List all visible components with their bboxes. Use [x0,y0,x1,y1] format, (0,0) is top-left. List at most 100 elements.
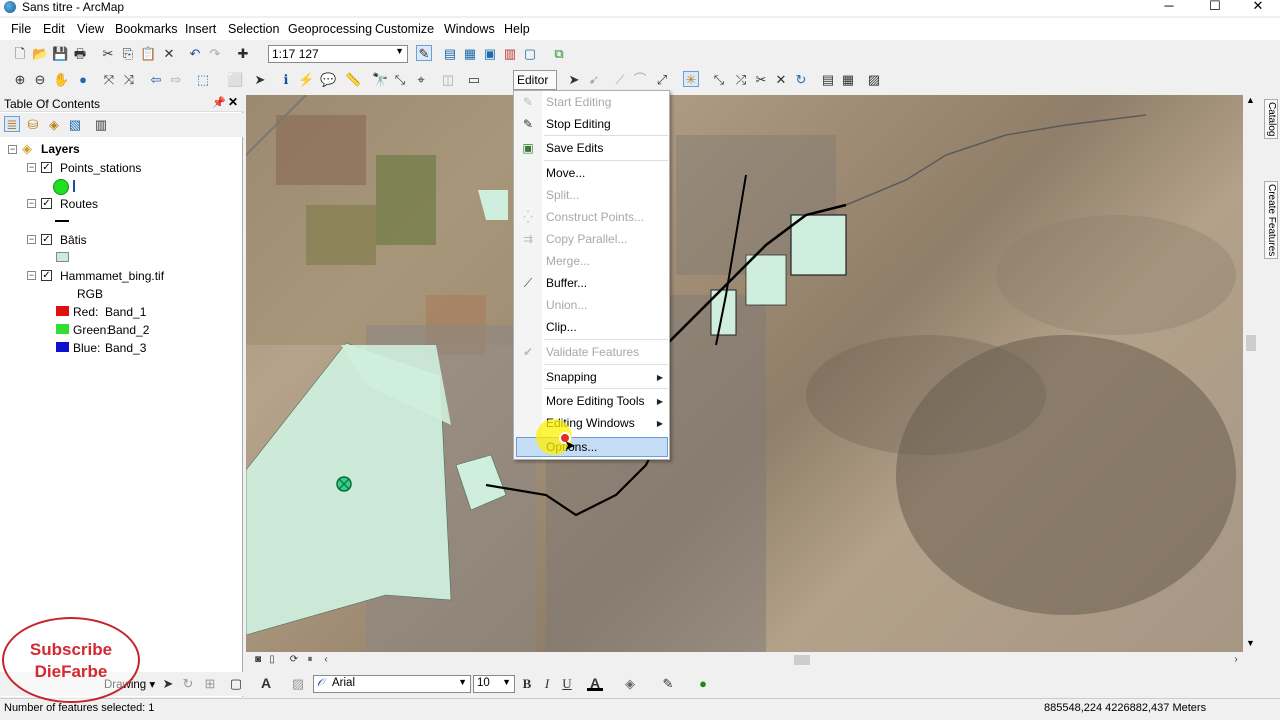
print-icon[interactable]: 🖶 [72,46,88,62]
menu-item-merge[interactable]: Merge... [546,254,590,268]
rotate-element-icon[interactable]: ↻ [180,676,196,692]
select-features-icon[interactable]: ⬚ [195,72,211,88]
save-icon[interactable]: 💾 [52,46,68,62]
green-band-swatch[interactable] [56,324,69,334]
create-features-tab[interactable]: Create Features [1264,181,1278,260]
menu-item-more-editing-tools[interactable]: More Editing Tools [546,394,645,408]
layer-points-stations[interactable]: Points_stations [60,161,141,175]
modelbuilder-icon[interactable]: ⧉ [551,46,567,62]
font-family-combobox[interactable]: 𝒪 Arial ▼ [313,675,471,693]
menu-view[interactable]: View [77,22,104,36]
time-slider-icon[interactable]: ◫ [440,72,456,88]
toc-window-icon[interactable]: ▤ [442,46,458,62]
new-document-icon[interactable]: 🗋 [12,46,28,62]
menu-item-validate-features[interactable]: Validate Features [546,345,639,359]
menu-item-stop-editing[interactable]: Stop Editing [546,117,611,131]
edit-tool-icon[interactable]: ➤ [566,72,582,88]
delete-icon[interactable]: ✕ [161,46,177,62]
scroll-down-icon[interactable]: ▼ [1246,638,1255,648]
search-window-icon[interactable]: ▣ [482,46,498,62]
menu-item-move[interactable]: Move... [546,166,585,180]
collapse-layer-icon[interactable]: − [27,271,36,280]
layer-visibility-checkbox[interactable]: ✓ [41,234,52,245]
attributes-icon[interactable]: ▤ [820,72,836,88]
copy-icon[interactable]: ⎘ [120,46,136,62]
line-color-icon[interactable]: ✎ [660,676,676,692]
list-by-visibility-icon[interactable]: ◈ [46,117,62,133]
menu-item-clip[interactable]: Clip... [546,320,577,334]
menu-item-save-edits[interactable]: Save Edits [546,141,603,155]
html-popup-icon[interactable]: 💬 [320,72,336,88]
layer-batis[interactable]: Bâtis [60,233,87,247]
rotate-icon[interactable]: ↻ [793,72,809,88]
zoom-in-icon[interactable]: ⊕ [12,72,28,88]
find-route-icon[interactable]: ⤡ [392,72,408,88]
find-icon[interactable]: 🔭 [372,72,388,88]
rectangle-tool-icon[interactable]: ▢ [228,676,244,692]
cut-icon[interactable]: ✂ [100,46,116,62]
back-extent-icon[interactable]: ⇦ [148,72,164,88]
menu-help[interactable]: Help [504,22,530,36]
scroll-thumb[interactable] [794,655,810,665]
python-window-icon[interactable]: ▢ [522,46,538,62]
collapse-layer-icon[interactable]: − [27,235,36,244]
add-pictures-icon[interactable]: ▨ [290,676,306,692]
select-elements-icon[interactable]: ➤ [252,72,268,88]
collapse-layers-icon[interactable]: − [8,145,17,154]
blue-band-swatch[interactable] [56,342,69,352]
layer-visibility-checkbox[interactable]: ✓ [41,162,52,173]
menu-item-snapping[interactable]: Snapping [546,370,597,384]
map-view[interactable] [246,95,1243,652]
menu-item-copy-parallel[interactable]: Copy Parallel... [546,232,627,246]
fixed-zoom-in-icon[interactable]: ⤧ [101,72,117,88]
close-button[interactable]: ✕ [1235,0,1280,16]
point-symbol-icon[interactable] [53,179,69,195]
marker-color-icon[interactable]: ● [695,676,711,692]
text-tool-icon[interactable]: A [258,675,274,691]
menu-edit[interactable]: Edit [43,22,65,36]
menu-windows[interactable]: Windows [444,22,495,36]
list-by-selection-icon[interactable]: ▧ [67,117,83,133]
layer-visibility-checkbox[interactable]: ✓ [41,198,52,209]
chevron-down-icon[interactable]: ▼ [395,46,404,56]
clear-selection-icon[interactable]: ⬜ [227,72,243,88]
identify-icon[interactable]: ℹ [278,72,294,88]
menu-customize[interactable]: Customize [375,22,434,36]
menu-file[interactable]: File [11,22,31,36]
menu-item-union[interactable]: Union... [546,298,587,312]
layer-visibility-checkbox[interactable]: ✓ [41,270,52,281]
trace-icon[interactable]: ⤢ [654,72,670,88]
redo-icon[interactable]: ↷ [207,46,223,62]
straight-segment-icon[interactable]: ⟋ [612,72,628,88]
pan-icon[interactable]: ✋ [53,72,69,88]
arctoolbox-icon[interactable]: ▥ [502,46,518,62]
hyperlink-icon[interactable]: ⚡ [298,72,314,88]
bold-button[interactable]: B [519,676,535,692]
list-by-source-icon[interactable]: ⛁ [25,117,41,133]
split-tool-icon[interactable]: ✕ [773,72,789,88]
select-elements-icon[interactable]: ➤ [160,676,176,692]
collapse-layer-icon[interactable]: − [27,199,36,208]
line-symbol-icon[interactable] [55,220,69,222]
scroll-thumb[interactable] [1246,335,1256,351]
catalog-window-icon[interactable]: ▦ [462,46,478,62]
chevron-down-icon[interactable]: ▼ [458,677,467,687]
menu-item-construct-points[interactable]: Construct Points... [546,210,644,224]
point-tool-icon[interactable]: ✳ [683,71,699,87]
catalog-tab[interactable]: Catalog [1264,99,1278,140]
editor-toolbar-icon[interactable]: ✎ [416,45,432,61]
open-icon[interactable]: 📂 [32,46,48,62]
refresh-view-icon[interactable]: ⟳ [286,652,302,668]
red-band-swatch[interactable] [56,306,69,316]
cut-polygons-icon[interactable]: ✂ [753,72,769,88]
editor-menu-button[interactable]: Editor ▾ [513,70,557,101]
undo-icon[interactable]: ↶ [187,46,203,62]
scroll-right-icon[interactable]: › [1228,652,1244,668]
fill-color-icon[interactable]: ◈ [622,676,638,692]
scroll-left-icon[interactable]: ‹ [318,652,334,668]
reshape-icon[interactable]: ⤮ [733,72,749,88]
full-extent-icon[interactable]: ● [75,72,91,88]
menu-item-split[interactable]: Split... [546,188,579,202]
font-size-combobox[interactable]: 10 ▼ [473,675,515,693]
pause-drawing-icon[interactable]: ⏸ [302,652,318,668]
